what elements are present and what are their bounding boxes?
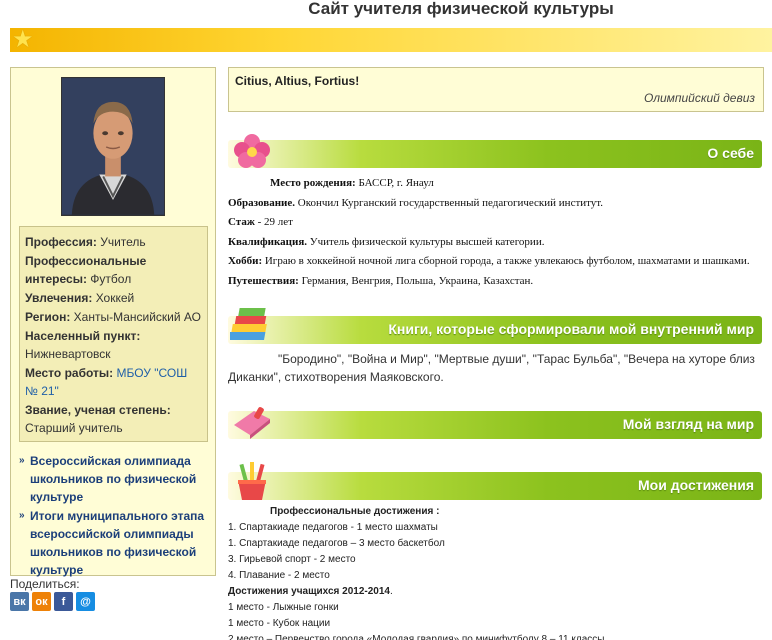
info-profession: Профессия: Учитель bbox=[25, 235, 146, 249]
about-title: О себе bbox=[707, 145, 754, 161]
star-icon: ★ bbox=[12, 26, 34, 53]
bullet-icon: » bbox=[19, 455, 25, 466]
achievement-item: 3. Гирьевой спорт - 2 место bbox=[228, 554, 356, 565]
eraser-icon bbox=[234, 407, 270, 439]
page-title: Сайт учителя физической культуры bbox=[308, 0, 614, 18]
profile-photo bbox=[61, 77, 165, 216]
travel-row: Путешествия: Германия, Венгрия, Польша, … bbox=[228, 274, 534, 287]
profile-sidebar: Профессия: Учитель Профессиональные инте… bbox=[10, 67, 216, 577]
sidebar-links: » Всероссийская олимпиада школьников по ф… bbox=[19, 452, 209, 580]
info-workplace: Место работы: МБОУ "СОШ № 21" bbox=[25, 366, 188, 398]
experience-row: Стаж - 29 лет bbox=[228, 216, 293, 228]
achievement-item: 1. Спартакиаде педагогов - 1 место шахма… bbox=[228, 522, 438, 533]
share-label: Поделиться: bbox=[10, 577, 80, 591]
hobby-row: Хобби: Играю в хоккейной ночной лига сбо… bbox=[228, 255, 750, 267]
worldview-title: Мой взгляд на мир bbox=[622, 416, 754, 432]
vk-share-icon[interactable]: вк bbox=[10, 592, 29, 611]
birthplace-row: Место рождения: БАССР, г. Янаул bbox=[270, 177, 434, 189]
books-section-header: Книги, которые сформировали мой внутренн… bbox=[228, 308, 762, 344]
ok-share-icon[interactable]: ок bbox=[32, 592, 51, 611]
professional-heading: Профессиональные достижения : bbox=[270, 506, 440, 517]
books-title: Книги, которые сформировали мой внутренн… bbox=[388, 321, 754, 337]
flower-icon bbox=[234, 134, 270, 168]
about-section-header: О себе bbox=[228, 134, 762, 168]
motto-text: Citius, Altius, Fortius! bbox=[235, 74, 360, 88]
student-achievement-item: 2 место – Первенство города «Молодая гва… bbox=[228, 634, 605, 640]
books-body: "Бородино", "Война и Мир", "Мертвые души… bbox=[228, 352, 755, 384]
about-body: Место рождения: БАССР, г. Янаул Образова… bbox=[228, 174, 762, 291]
olympiad-results-link[interactable]: » Итоги муниципального этапа всероссийско… bbox=[19, 507, 209, 579]
achievements-title: Мои достижения bbox=[638, 477, 754, 493]
pencil-cup-icon bbox=[238, 462, 266, 500]
achievements-section-header: Мои достижения bbox=[228, 462, 762, 500]
students-heading: Достижения учащихся 2012-2014. bbox=[228, 586, 393, 597]
moimir-share-icon[interactable]: @ bbox=[76, 592, 95, 611]
achievement-item: 4. Плавание - 2 место bbox=[228, 570, 330, 581]
motto-box: Citius, Altius, Fortius! Олимпийский дев… bbox=[228, 67, 764, 112]
qualification-row: Квалификация. Учитель физической культур… bbox=[228, 235, 545, 248]
student-achievement-item: 1 место - Лыжные гонки bbox=[228, 602, 339, 613]
title-banner: ★ bbox=[10, 28, 772, 52]
facebook-share-icon[interactable]: f bbox=[54, 592, 73, 611]
info-hobbies: Увлечения: Хоккей bbox=[25, 291, 135, 305]
share-buttons: вк ок f @ bbox=[10, 592, 95, 611]
bullet-icon: » bbox=[19, 510, 25, 521]
olympiad-link[interactable]: » Всероссийская олимпиада школьников по ф… bbox=[19, 452, 209, 506]
achievement-item: 1. Спартакиаде педагогов – 3 место баске… bbox=[228, 538, 445, 549]
info-rank: Звание, ученая степень: Старший учитель bbox=[25, 403, 171, 435]
info-interests: Профессиональные интересы: Футбол bbox=[25, 254, 147, 286]
books-icon bbox=[230, 308, 267, 340]
student-achievement-item: 1 место - Кубок нации bbox=[228, 618, 331, 629]
info-city: Населенный пункт: Нижневартовск bbox=[25, 329, 141, 361]
achievements-body: Профессиональные достижения : 1. Спартак… bbox=[228, 504, 762, 640]
education-row: Образование. Окончил Курганский государс… bbox=[228, 196, 604, 209]
motto-source: Олимпийский девиз bbox=[644, 91, 755, 105]
info-region: Регион: Ханты-Мансийский АО bbox=[25, 310, 201, 324]
worldview-section-header: Мой взгляд на мир bbox=[228, 407, 762, 439]
profile-info-box: Профессия: Учитель Профессиональные инте… bbox=[19, 226, 208, 442]
